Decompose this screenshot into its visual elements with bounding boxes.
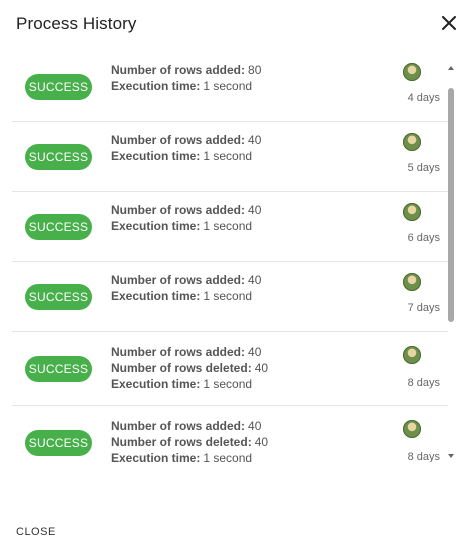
history-row: SUCCESS Number of rows added: 40 Execution … [12, 122, 448, 192]
history-row: SUCCESS Number of rows added: 40 Number of … [12, 332, 448, 406]
history-list: SUCCESS Number of rows added: 80 Execution … [12, 52, 448, 462]
user-avatar-icon [403, 420, 421, 438]
scrollbar-thumb[interactable] [448, 88, 454, 322]
detail-label: Execution time: [111, 451, 201, 462]
detail-line-rows-added: Number of rows added: 40 [111, 202, 261, 218]
status-badge[interactable]: SUCCESS [25, 74, 92, 100]
detail-label: Number of rows added: [111, 133, 246, 147]
detail-value: 40 [248, 203, 262, 217]
run-age: 7 days [407, 302, 440, 314]
status-badge[interactable]: SUCCESS [25, 144, 92, 170]
user-avatar-icon [403, 63, 421, 81]
detail-label: Number of rows added: [111, 273, 246, 287]
run-age: 4 days [407, 92, 440, 104]
detail-line-rows-added: Number of rows added: 40 [111, 344, 268, 360]
detail-line-execution-time: Execution time: 1 second [111, 218, 261, 234]
detail-value: 1 second [203, 377, 253, 391]
detail-line-execution-time: Execution time: 1 second [111, 78, 261, 94]
close-icon[interactable] [442, 16, 458, 32]
detail-value: 1 second [203, 149, 253, 163]
history-row: SUCCESS Number of rows added: 40 Number of … [12, 406, 448, 462]
user-avatar-icon [403, 203, 421, 221]
detail-label: Execution time: [111, 377, 201, 391]
detail-line-rows-added: Number of rows added: 40 [111, 272, 261, 288]
scrollbar[interactable] [446, 66, 458, 458]
user-avatar-icon [403, 273, 421, 291]
detail-label: Number of rows added: [111, 345, 246, 359]
detail-line-execution-time: Execution time: 1 second [111, 148, 261, 164]
run-details: Number of rows added: 40 Number of rows de… [111, 344, 268, 392]
detail-label: Execution time: [111, 219, 201, 233]
detail-value: 1 second [203, 79, 253, 93]
detail-line-rows-added: Number of rows added: 40 [111, 418, 268, 434]
detail-value: 1 second [203, 451, 253, 462]
run-age: 8 days [407, 377, 440, 389]
dialog-header: Process History [16, 14, 460, 38]
status-badge[interactable]: SUCCESS [25, 284, 92, 310]
scroll-up-arrow-icon[interactable] [448, 66, 454, 70]
detail-label: Number of rows added: [111, 203, 246, 217]
status-badge[interactable]: SUCCESS [25, 430, 92, 456]
detail-label: Execution time: [111, 289, 201, 303]
history-list-viewport[interactable]: SUCCESS Number of rows added: 80 Execution … [12, 52, 464, 462]
detail-line-execution-time: Execution time: 1 second [111, 288, 261, 304]
detail-value: 80 [248, 63, 262, 77]
dialog-title: Process History [16, 14, 137, 33]
detail-label: Number of rows deleted: [111, 435, 252, 449]
detail-value: 40 [248, 345, 262, 359]
detail-label: Number of rows deleted: [111, 361, 252, 375]
run-age: 5 days [407, 162, 440, 174]
history-row: SUCCESS Number of rows added: 80 Execution … [12, 52, 448, 122]
detail-label: Execution time: [111, 79, 201, 93]
status-badge[interactable]: SUCCESS [25, 214, 92, 240]
run-details: Number of rows added: 40 Execution time: 1 … [111, 272, 261, 304]
process-history-dialog: Process History SUCCESS Number of rows ad… [0, 0, 474, 553]
history-row: SUCCESS Number of rows added: 40 Execution … [12, 262, 448, 332]
run-details: Number of rows added: 40 Execution time: 1 … [111, 132, 261, 164]
detail-value: 1 second [203, 289, 253, 303]
detail-value: 1 second [203, 219, 253, 233]
detail-line-rows-added: Number of rows added: 40 [111, 132, 261, 148]
detail-line-execution-time: Execution time: 1 second [111, 450, 268, 462]
detail-line-rows-deleted: Number of rows deleted: 40 [111, 434, 268, 450]
user-avatar-icon [403, 133, 421, 151]
detail-line-execution-time: Execution time: 1 second [111, 376, 268, 392]
detail-value: 40 [248, 133, 262, 147]
detail-value: 40 [254, 435, 269, 449]
detail-line-rows-deleted: Number of rows deleted: 40 [111, 360, 268, 376]
status-badge[interactable]: SUCCESS [25, 356, 92, 382]
detail-label: Execution time: [111, 149, 201, 163]
user-avatar-icon [403, 346, 421, 364]
run-age: 8 days [407, 451, 440, 462]
detail-label: Number of rows added: [111, 419, 246, 433]
run-details: Number of rows added: 40 Number of rows de… [111, 418, 268, 462]
close-button[interactable]: CLOSE [16, 526, 56, 538]
detail-value: 40 [254, 361, 269, 375]
run-details: Number of rows added: 40 Execution time: 1 … [111, 202, 261, 234]
detail-line-rows-added: Number of rows added: 80 [111, 62, 261, 78]
run-details: Number of rows added: 80 Execution time: 1 … [111, 62, 261, 94]
history-row: SUCCESS Number of rows added: 40 Execution … [12, 192, 448, 262]
detail-label: Number of rows added: [111, 63, 246, 77]
detail-value: 40 [248, 419, 262, 433]
run-age: 6 days [407, 232, 440, 244]
detail-value: 40 [248, 273, 262, 287]
scroll-down-arrow-icon[interactable] [448, 454, 454, 458]
